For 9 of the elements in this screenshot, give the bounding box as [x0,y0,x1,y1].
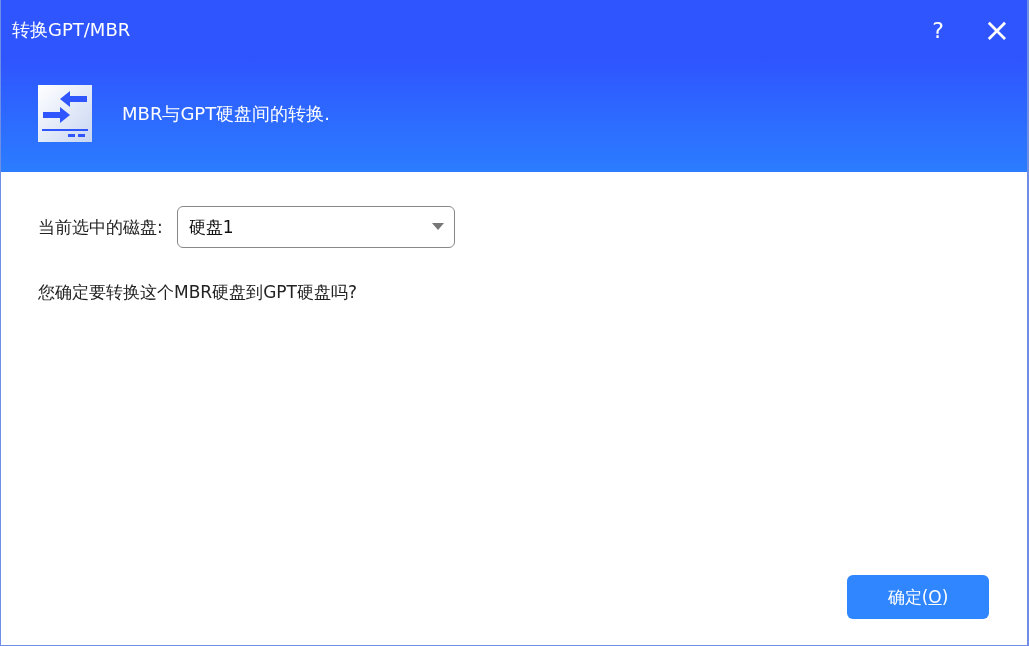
ok-button[interactable]: 确定(O) [847,575,989,619]
header-text: MBR与GPT硬盘间的转换. [122,102,330,126]
caret-icon [431,223,444,231]
confirm-question: 您确定要转换这个MBR硬盘到GPT硬盘吗? [38,281,358,304]
disk-dropdown[interactable]: 硬盘1 [176,206,455,248]
disk-label: 当前选中的磁盘: [38,215,163,239]
close-button[interactable]: × [981,14,1013,46]
help-button[interactable]: ? [923,17,953,43]
window-title: 转换GPT/MBR [12,18,132,42]
